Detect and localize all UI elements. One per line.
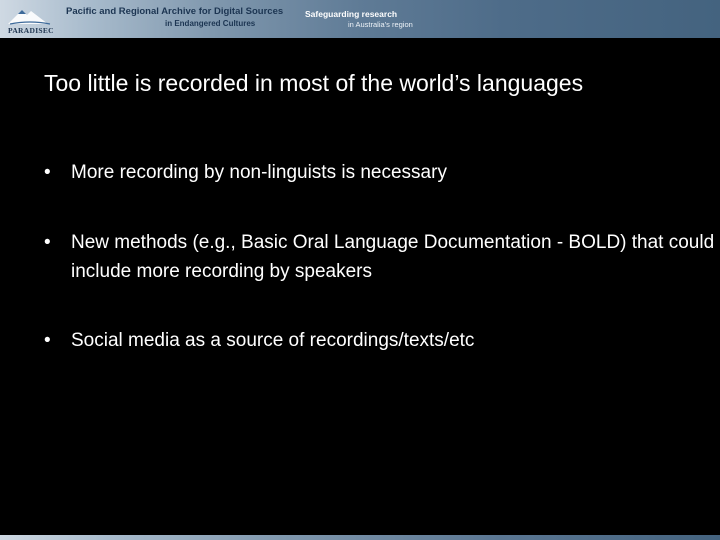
bullet-item: • Social media as a source of recordings…	[44, 326, 720, 355]
bullet-text: New methods (e.g., Basic Oral Language D…	[71, 232, 715, 282]
bullet-dot-icon: •	[44, 162, 51, 183]
logo-text: PARADISEC	[8, 26, 54, 35]
archive-title-line1: Pacific and Regional Archive for Digital…	[66, 6, 284, 17]
tagline-line2: in Australia's region	[348, 20, 413, 29]
archive-title-line2: in Endangered Cultures	[165, 19, 256, 28]
bullet-dot-icon: •	[44, 232, 51, 253]
header-banner: PARADISEC Pacific and Regional Archive f…	[0, 0, 720, 38]
slide-title: Too little is recorded in most of the wo…	[44, 70, 584, 96]
bullet-text: More recording by non-linguists is neces…	[71, 162, 447, 183]
bullet-dot-icon: •	[44, 330, 51, 351]
bullet-item: • New methods (e.g., Basic Oral Language…	[44, 228, 720, 286]
tagline-line1: Safeguarding research	[305, 9, 398, 19]
bullet-text: Social media as a source of recordings/t…	[71, 330, 475, 351]
bullet-item: • More recording by non-linguists is nec…	[44, 158, 720, 187]
footer-strip	[0, 535, 720, 540]
